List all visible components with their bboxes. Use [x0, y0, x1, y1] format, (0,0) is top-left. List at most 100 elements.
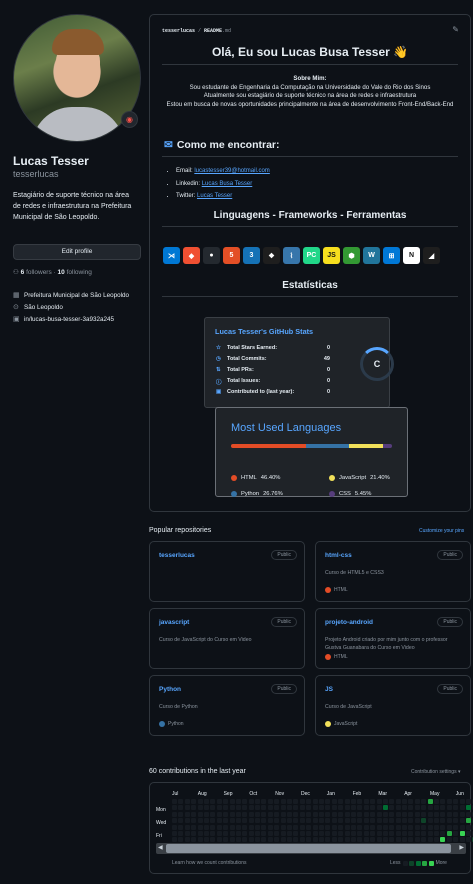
- contribution-cell[interactable]: [197, 837, 203, 843]
- pycharm-icon[interactable]: PC: [303, 247, 320, 264]
- contribution-cell[interactable]: [446, 830, 452, 836]
- contribution-cell[interactable]: [210, 805, 216, 811]
- contribution-cell[interactable]: [312, 818, 318, 824]
- contribution-cell[interactable]: [191, 837, 197, 843]
- contribution-cell[interactable]: [274, 837, 280, 843]
- nodejs-icon[interactable]: ⬢: [343, 247, 360, 264]
- contribution-cell[interactable]: [357, 811, 363, 817]
- contribution-cell[interactable]: [446, 799, 452, 804]
- contribution-cell[interactable]: [235, 824, 241, 830]
- contribution-cell[interactable]: [331, 818, 337, 824]
- contribution-cell[interactable]: [370, 811, 376, 817]
- contribution-cell[interactable]: [172, 818, 177, 824]
- contribution-cell[interactable]: [363, 799, 369, 804]
- contribution-cell[interactable]: [299, 837, 305, 843]
- contribution-cell[interactable]: [434, 811, 440, 817]
- contribution-cell[interactable]: [248, 799, 254, 804]
- status-emoji-icon[interactable]: ◉: [121, 111, 138, 128]
- contribution-cell[interactable]: [389, 824, 395, 830]
- contribution-cell[interactable]: [274, 799, 280, 804]
- contribution-cell[interactable]: [376, 799, 382, 804]
- contribution-cell[interactable]: [242, 818, 248, 824]
- contribution-cell[interactable]: [248, 811, 254, 817]
- contribution-cell[interactable]: [287, 837, 293, 843]
- contribution-cell[interactable]: [389, 830, 395, 836]
- contribution-cell[interactable]: [344, 805, 350, 811]
- contribution-cell[interactable]: [306, 811, 312, 817]
- graph-scrollbar[interactable]: ◀ ▶: [156, 843, 466, 854]
- contribution-cell[interactable]: [350, 818, 356, 824]
- contribution-cell[interactable]: [427, 818, 433, 824]
- contribution-cell[interactable]: [280, 818, 286, 824]
- contribution-cell[interactable]: [184, 824, 190, 830]
- contribution-cell[interactable]: [421, 805, 427, 811]
- contribution-cell[interactable]: [357, 830, 363, 836]
- html5-icon[interactable]: 5: [223, 247, 240, 264]
- email-link[interactable]: lucastesser39@hotmail.com: [194, 168, 269, 174]
- contribution-cell[interactable]: [453, 837, 459, 843]
- contribution-cell[interactable]: [235, 830, 241, 836]
- contribution-cell[interactable]: [203, 805, 209, 811]
- contribution-cell[interactable]: [318, 818, 324, 824]
- contribution-cell[interactable]: [459, 824, 465, 830]
- contribution-cell[interactable]: [395, 811, 401, 817]
- contribution-cell[interactable]: [172, 824, 177, 830]
- contribution-cell[interactable]: [223, 811, 229, 817]
- contribution-cell[interactable]: [338, 805, 344, 811]
- contribution-cell[interactable]: [178, 837, 184, 843]
- contribution-cell[interactable]: [363, 824, 369, 830]
- contribution-cell[interactable]: [248, 837, 254, 843]
- contribution-cell[interactable]: [242, 824, 248, 830]
- contribution-cell[interactable]: [242, 811, 248, 817]
- contribution-cell[interactable]: [299, 830, 305, 836]
- contribution-cell[interactable]: [402, 837, 408, 843]
- contribution-cell[interactable]: [434, 805, 440, 811]
- contribution-cell[interactable]: [370, 805, 376, 811]
- contribution-cell[interactable]: [172, 799, 177, 804]
- contribution-cell[interactable]: [440, 837, 446, 843]
- contribution-cell[interactable]: [255, 799, 261, 804]
- contribution-cell[interactable]: [223, 799, 229, 804]
- contribution-cell[interactable]: [331, 837, 337, 843]
- contribution-cell[interactable]: [338, 830, 344, 836]
- contribution-cell[interactable]: [242, 799, 248, 804]
- contribution-cell[interactable]: [229, 805, 235, 811]
- followers-label[interactable]: followers: [26, 269, 52, 276]
- contribution-cell[interactable]: [363, 830, 369, 836]
- contribution-cell[interactable]: [210, 837, 216, 843]
- contribution-cell[interactable]: [363, 805, 369, 811]
- contribution-cell[interactable]: [267, 818, 273, 824]
- contribution-cell[interactable]: [325, 805, 331, 811]
- contribution-cell[interactable]: [414, 830, 420, 836]
- contribution-cell[interactable]: [453, 811, 459, 817]
- contribution-cell[interactable]: [280, 837, 286, 843]
- contribution-cell[interactable]: [370, 799, 376, 804]
- contribution-cell[interactable]: [465, 811, 471, 817]
- contribution-cell[interactable]: [248, 818, 254, 824]
- contribution-cell[interactable]: [440, 818, 446, 824]
- contribution-cell[interactable]: [376, 818, 382, 824]
- contribution-cell[interactable]: [421, 799, 427, 804]
- contribution-cell[interactable]: [465, 837, 471, 843]
- contribution-cell[interactable]: [357, 805, 363, 811]
- vcard-linkedin[interactable]: ▣ in/lucas-busa-tesser-3a932a245: [13, 315, 141, 324]
- github-icon[interactable]: ●: [203, 247, 220, 264]
- contribution-cell[interactable]: [203, 799, 209, 804]
- contribution-cell[interactable]: [350, 824, 356, 830]
- contribution-cell[interactable]: [350, 805, 356, 811]
- contribution-cell[interactable]: [331, 799, 337, 804]
- contribution-cell[interactable]: [402, 830, 408, 836]
- learn-contributions-link[interactable]: Learn how we count contributions: [172, 860, 247, 866]
- contribution-cell[interactable]: [318, 811, 324, 817]
- contribution-cell[interactable]: [414, 805, 420, 811]
- contribution-cell[interactable]: [459, 805, 465, 811]
- contribution-cell[interactable]: [421, 837, 427, 843]
- contribution-cell[interactable]: [318, 805, 324, 811]
- contribution-cell[interactable]: [255, 830, 261, 836]
- contribution-cell[interactable]: [395, 805, 401, 811]
- contribution-cell[interactable]: [440, 805, 446, 811]
- contribution-cell[interactable]: [216, 818, 222, 824]
- contribution-cell[interactable]: [408, 799, 414, 804]
- contribution-cell[interactable]: [306, 837, 312, 843]
- contribution-cell[interactable]: [293, 837, 299, 843]
